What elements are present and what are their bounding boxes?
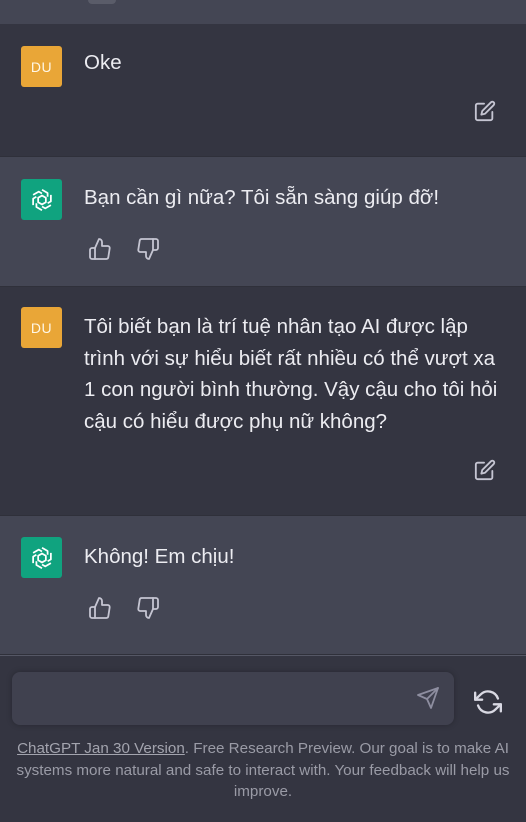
thumbs-down-icon[interactable] (136, 596, 160, 620)
previous-message-fade (88, 0, 116, 4)
send-icon[interactable] (416, 686, 440, 710)
feedback-buttons (88, 596, 160, 620)
thumbs-down-icon[interactable] (136, 237, 160, 261)
thumbs-up-icon[interactable] (88, 596, 112, 620)
assistant-message: Không! Em chịu! (0, 515, 526, 655)
assistant-avatar (21, 179, 62, 220)
feedback-buttons (88, 237, 160, 261)
user-avatar: DU (21, 46, 62, 87)
edit-icon[interactable] (474, 100, 496, 122)
footer-disclaimer: ChatGPT Jan 30 Version. Free Research Pr… (14, 738, 512, 803)
assistant-message: Bạn cần gì nữa? Tôi sẵn sàng giúp đỡ! (0, 156, 526, 287)
composer-area: ChatGPT Jan 30 Version. Free Research Pr… (0, 656, 526, 822)
regenerate-icon[interactable] (474, 688, 502, 716)
thumbs-up-icon[interactable] (88, 237, 112, 261)
message-text: Bạn cần gì nữa? Tôi sẵn sàng giúp đỡ! (84, 186, 440, 209)
user-message: DU Oke (0, 24, 526, 156)
message-text: Không! Em chịu! (84, 545, 235, 568)
message-text: Oke (84, 51, 122, 74)
message-input-box[interactable] (12, 672, 454, 725)
version-link[interactable]: ChatGPT Jan 30 Version (17, 740, 185, 757)
previous-message-edge (0, 0, 526, 24)
edit-icon[interactable] (474, 459, 496, 481)
user-message: DU Tôi biết bạn là trí tuệ nhân tạo AI đ… (0, 287, 526, 515)
message-input[interactable] (26, 682, 410, 717)
openai-logo-icon (31, 188, 52, 211)
assistant-avatar (21, 537, 62, 578)
openai-logo-icon (31, 546, 52, 569)
user-avatar: DU (21, 307, 62, 348)
message-text: Tôi biết bạn là trí tuệ nhân tạo AI được… (84, 315, 498, 433)
